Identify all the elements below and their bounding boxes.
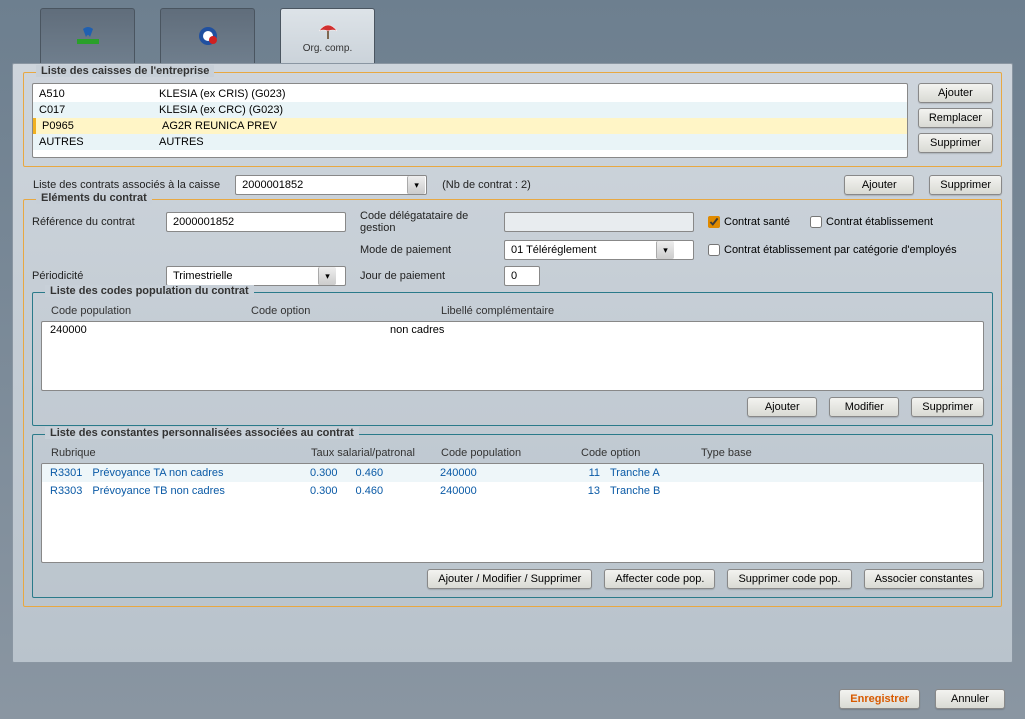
tab-org-comp[interactable]: Org. comp.	[280, 8, 375, 63]
constants-legend: Liste des constantes personnalisées asso…	[45, 427, 359, 439]
pop-delete-button[interactable]: Supprimer	[911, 397, 984, 417]
caisse-replace-button[interactable]: Remplacer	[918, 108, 993, 128]
contract-delete-button[interactable]: Supprimer	[929, 175, 1002, 195]
chevron-down-icon[interactable]: ▾	[656, 241, 674, 259]
ref-label: Référence du contrat	[32, 216, 152, 228]
tab-bar: Org. comp.	[0, 0, 1025, 63]
caisses-listbox[interactable]: A510KLESIA (ex CRIS) (G023) C017KLESIA (…	[32, 83, 908, 158]
constant-row[interactable]: R3301Prévoyance TA non cadres 0.3000.460…	[42, 464, 983, 482]
caisse-add-button[interactable]: Ajouter	[918, 83, 993, 103]
tab-label: Org. comp.	[303, 43, 352, 54]
period-label: Périodicité	[32, 270, 152, 282]
caisses-legend: Liste des caisses de l'entreprise	[36, 65, 214, 77]
logo-icon-1	[73, 25, 103, 47]
footer-buttons: Enregistrer Annuler	[839, 689, 1005, 709]
pop-modify-button[interactable]: Modifier	[829, 397, 899, 417]
pop-add-button[interactable]: Ajouter	[747, 397, 817, 417]
mode-select[interactable]: ▾	[504, 240, 694, 260]
const-assoc-button[interactable]: Associer constantes	[864, 569, 984, 589]
constant-row[interactable]: R3303Prévoyance TB non cadres 0.3000.460…	[42, 482, 983, 500]
ref-input[interactable]	[166, 212, 346, 232]
contract-select-value[interactable]	[236, 177, 406, 193]
population-row[interactable]: 240000 non cadres	[42, 322, 983, 338]
cancel-button[interactable]: Annuler	[935, 689, 1005, 709]
caisse-delete-button[interactable]: Supprimer	[918, 133, 993, 153]
constants-list[interactable]: R3301Prévoyance TA non cadres 0.3000.460…	[41, 463, 984, 563]
populations-fieldset: Liste des codes population du contrat Co…	[32, 292, 993, 426]
sante-checkbox[interactable]: Contrat santé	[708, 216, 790, 228]
constants-header: Rubrique Taux salarial/patronal Code pop…	[41, 445, 984, 463]
deleg-input[interactable]	[504, 212, 694, 232]
constants-fieldset: Liste des constantes personnalisées asso…	[32, 434, 993, 598]
main-panel: Liste des caisses de l'entreprise A510KL…	[12, 63, 1013, 663]
tab-2[interactable]	[160, 8, 255, 63]
jour-input[interactable]	[504, 266, 540, 286]
elements-legend: Eléments du contrat	[36, 192, 152, 204]
chevron-down-icon[interactable]: ▾	[407, 176, 425, 194]
contract-count: (Nb de contrat : 2)	[442, 179, 531, 191]
etab-checkbox[interactable]: Contrat établissement	[810, 216, 933, 228]
contract-add-button[interactable]: Ajouter	[844, 175, 914, 195]
caisse-item-selected[interactable]: P0965AG2R REUNICA PREV	[33, 118, 907, 134]
elements-fieldset: Eléments du contrat Référence du contrat…	[23, 199, 1002, 607]
caisse-item[interactable]: AUTRESAUTRES	[33, 134, 907, 150]
logo-icon-2	[193, 25, 223, 47]
save-button[interactable]: Enregistrer	[839, 689, 920, 709]
jour-label: Jour de paiement	[360, 270, 490, 282]
populations-list[interactable]: 240000 non cadres	[41, 321, 984, 391]
populations-header: Code population Code option Libellé comp…	[41, 303, 984, 321]
tab-1[interactable]	[40, 8, 135, 63]
caisse-item[interactable]: A510KLESIA (ex CRIS) (G023)	[33, 86, 907, 102]
umbrella-icon	[313, 19, 343, 41]
period-select[interactable]: ▾	[166, 266, 346, 286]
caisse-item[interactable]: C017KLESIA (ex CRC) (G023)	[33, 102, 907, 118]
chevron-down-icon[interactable]: ▾	[318, 267, 336, 285]
cat-checkbox[interactable]: Contrat établissement par catégorie d'em…	[708, 244, 993, 256]
contracts-label: Liste des contrats associés à la caisse	[33, 179, 220, 191]
contract-bar: Liste des contrats associés à la caisse …	[33, 175, 1002, 195]
deleg-label: Code délégatataire de gestion	[360, 210, 490, 234]
const-suppr-button[interactable]: Supprimer code pop.	[727, 569, 851, 589]
contract-select[interactable]: ▾	[235, 175, 427, 195]
populations-legend: Liste des codes population du contrat	[45, 285, 254, 297]
const-affect-button[interactable]: Affecter code pop.	[604, 569, 715, 589]
mode-label: Mode de paiement	[360, 244, 490, 256]
const-manage-button[interactable]: Ajouter / Modifier / Supprimer	[427, 569, 592, 589]
caisses-fieldset: Liste des caisses de l'entreprise A510KL…	[23, 72, 1002, 167]
